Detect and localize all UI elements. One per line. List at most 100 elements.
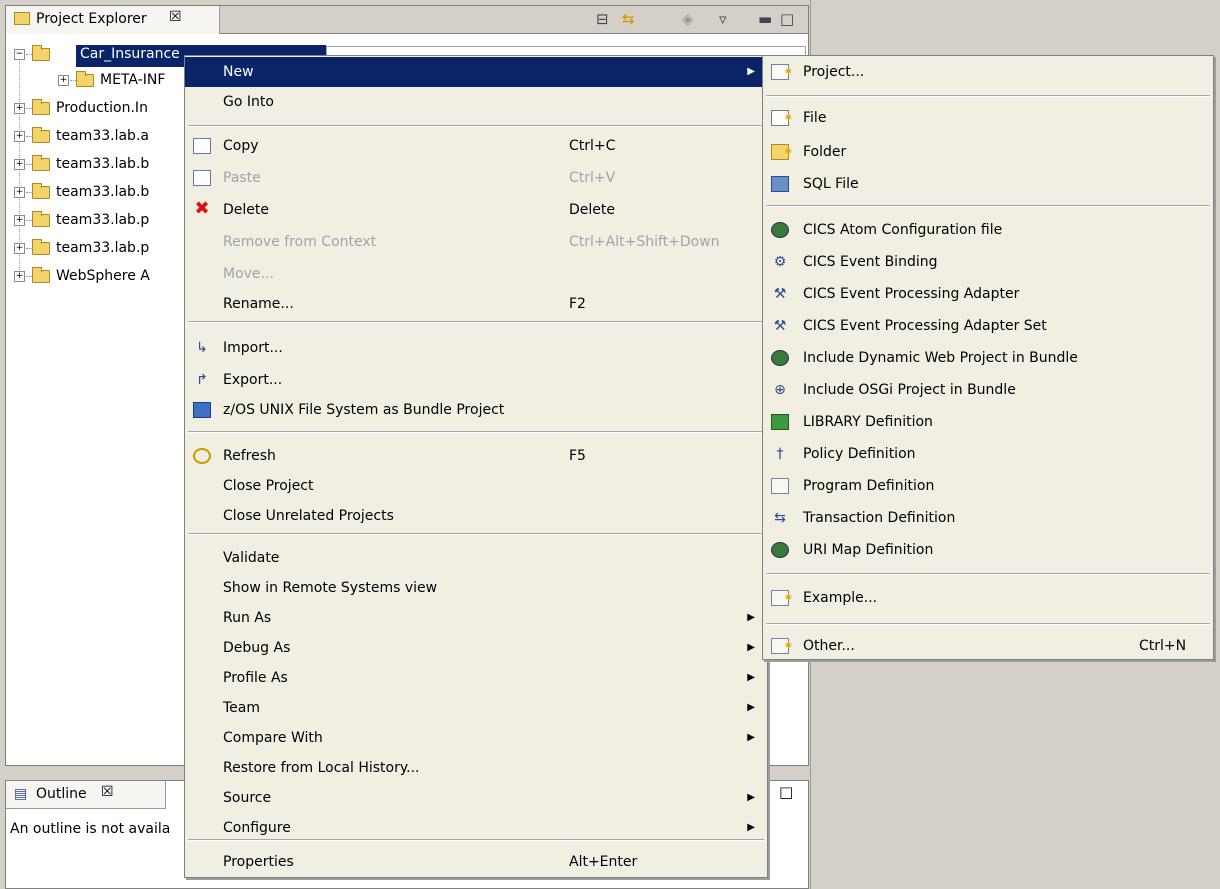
- menu-item-label: CICS Event Binding: [803, 254, 938, 270]
- menu-item-refresh[interactable]: Refresh F5: [185, 441, 767, 471]
- menu-item-z-os-unix-file-system-as-bundle-project[interactable]: z/OS UNIX File System as Bundle Project: [185, 395, 767, 425]
- view-toolbar: Project Explorer ☒ ⊟ ⇆ ◈ ▿ ▬ □: [6, 6, 808, 34]
- menu-item-cics-event-processing-adapter[interactable]: ⚒ CICS Event Processing Adapter: [763, 279, 1213, 309]
- close-icon[interactable]: ☒: [169, 9, 182, 25]
- tree-item[interactable]: Production.In: [56, 97, 148, 119]
- menu-separator: [766, 95, 1210, 97]
- menu-item-run-as[interactable]: Run As ▶: [185, 603, 767, 633]
- tree-expander-icon[interactable]: +: [14, 187, 25, 198]
- menu-item-close-project[interactable]: Close Project: [185, 471, 767, 501]
- library-icon: [771, 414, 789, 430]
- paste-icon: [193, 170, 211, 186]
- menu-item-close-unrelated-projects[interactable]: Close Unrelated Projects: [185, 501, 767, 531]
- menu-item-import[interactable]: ↳ Import...: [185, 333, 767, 363]
- menu-item-other[interactable]: Other... Ctrl+N: [763, 631, 1213, 661]
- tree-item[interactable]: WebSphere A: [56, 265, 150, 287]
- new-project-icon: [771, 57, 793, 87]
- menu-item-program-definition[interactable]: Program Definition: [763, 471, 1213, 501]
- tree-expander-icon[interactable]: +: [14, 159, 25, 170]
- menu-item-paste[interactable]: Paste Ctrl+V: [185, 163, 767, 193]
- link-with-editor-icon[interactable]: ⇆: [622, 10, 635, 28]
- program-icon: [771, 478, 789, 494]
- menu-item-go-into[interactable]: Go Into: [185, 87, 767, 117]
- collapse-all-icon[interactable]: ⊟: [596, 10, 609, 28]
- menu-item-validate[interactable]: Validate: [185, 543, 767, 573]
- tree-expander-icon[interactable]: +: [14, 131, 25, 142]
- menu-item-folder[interactable]: Folder: [763, 137, 1213, 167]
- tree-expander-icon[interactable]: +: [14, 271, 25, 282]
- project-icon: [32, 127, 50, 143]
- menu-item-cics-event-binding[interactable]: ⚙ CICS Event Binding: [763, 247, 1213, 277]
- context-menu: New ▶ Go Into Copy Ctrl+C Paste Ctrl+V ✖ Delete D…: [184, 55, 768, 878]
- menu-item-label: Refresh: [223, 448, 276, 464]
- menu-item-policy-definition[interactable]: † Policy Definition: [763, 439, 1213, 469]
- export-icon: ↱: [196, 372, 208, 388]
- menu-item-label: CICS Atom Configuration file: [803, 222, 1003, 238]
- menu-item-copy[interactable]: Copy Ctrl+C: [185, 131, 767, 161]
- example-icon: [771, 583, 793, 613]
- tree-expander-icon[interactable]: +: [14, 243, 25, 254]
- menu-item-label: Import...: [223, 340, 283, 356]
- tree-expander-icon[interactable]: +: [58, 75, 69, 86]
- menu-item-uri-map-definition[interactable]: URI Map Definition: [763, 535, 1213, 565]
- menu-item-remove-from-context[interactable]: Remove from Context Ctrl+Alt+Shift+Down: [185, 227, 767, 257]
- view-menu-icon[interactable]: ▿: [719, 10, 727, 28]
- submenu-arrow-icon: ▶: [747, 612, 755, 623]
- menu-item-restore-from-local-history[interactable]: Restore from Local History...: [185, 753, 767, 783]
- tree-item[interactable]: team33.lab.b: [56, 153, 149, 175]
- close-icon[interactable]: ☒: [101, 784, 114, 800]
- menu-item-properties[interactable]: Properties Alt+Enter: [185, 847, 767, 877]
- menu-item-sql-file[interactable]: SQL File: [763, 169, 1213, 199]
- tree-expander-icon[interactable]: +: [14, 103, 25, 114]
- menu-item-move[interactable]: Move...: [185, 259, 767, 289]
- menu-separator: [766, 573, 1210, 575]
- menu-item-new[interactable]: New ▶: [185, 57, 767, 87]
- menu-item-example[interactable]: Example...: [763, 583, 1213, 613]
- menu-item-label: SQL File: [803, 176, 859, 192]
- transaction-icon: ⇆: [774, 510, 786, 526]
- tree-item[interactable]: team33.lab.p: [56, 209, 149, 231]
- menu-item-label: Compare With: [223, 730, 323, 746]
- menu-item-label: Include Dynamic Web Project in Bundle: [803, 350, 1078, 366]
- menu-item-rename[interactable]: Rename... F2: [185, 289, 767, 319]
- menu-item-source[interactable]: Source ▶: [185, 783, 767, 813]
- urimap-icon: [771, 542, 789, 558]
- atom-config-icon: [771, 222, 789, 238]
- tree-expander-icon[interactable]: +: [14, 215, 25, 226]
- menu-item-cics-atom-configuration-file[interactable]: CICS Atom Configuration file: [763, 215, 1213, 245]
- menu-item-delete[interactable]: ✖ Delete Delete: [185, 195, 767, 225]
- menu-item-label: Close Project: [223, 478, 314, 494]
- tree-item[interactable]: team33.lab.p: [56, 237, 149, 259]
- menu-item-debug-as[interactable]: Debug As ▶: [185, 633, 767, 663]
- tree-item[interactable]: team33.lab.b: [56, 181, 149, 203]
- menu-item-team[interactable]: Team ▶: [185, 693, 767, 723]
- menu-item-project[interactable]: Project...: [763, 57, 1213, 87]
- menu-item-compare-with[interactable]: Compare With ▶: [185, 723, 767, 753]
- epadapter-icon: ⚒: [773, 286, 787, 302]
- refresh-icon: [193, 448, 211, 464]
- menu-item-label: Program Definition: [803, 478, 935, 494]
- menu-item-profile-as[interactable]: Profile As ▶: [185, 663, 767, 693]
- menu-item-export[interactable]: ↱ Export...: [185, 365, 767, 395]
- tree-item[interactable]: Car_Insurance: [80, 43, 180, 65]
- tab-project-explorer[interactable]: Project Explorer ☒: [6, 6, 220, 34]
- menu-item-library-definition[interactable]: LIBRARY Definition: [763, 407, 1213, 437]
- menu-item-include-dynamic-web-project-in-bundle[interactable]: Include Dynamic Web Project in Bundle: [763, 343, 1213, 373]
- menu-item-file[interactable]: File: [763, 103, 1213, 133]
- menu-item-show-in-remote-systems-view[interactable]: Show in Remote Systems view: [185, 573, 767, 603]
- filters-icon[interactable]: ◈: [682, 10, 694, 28]
- minimize-icon[interactable]: ▬: [758, 10, 772, 28]
- menu-item-include-osgi-project-in-bundle[interactable]: ⊕ Include OSGi Project in Bundle: [763, 375, 1213, 405]
- menu-separator: [766, 205, 1210, 207]
- project-icon: [32, 99, 50, 115]
- maximize-icon[interactable]: □: [780, 10, 794, 28]
- tree-item[interactable]: META-INF: [100, 69, 165, 91]
- menu-item-cics-event-processing-adapter-set[interactable]: ⚒ CICS Event Processing Adapter Set: [763, 311, 1213, 341]
- tree-item[interactable]: team33.lab.a: [56, 125, 149, 147]
- submenu-arrow-icon: ▶: [747, 792, 755, 803]
- tab-outline[interactable]: ▤ Outline ☒: [6, 781, 166, 809]
- maximize-icon[interactable]: □: [779, 783, 793, 801]
- menu-item-transaction-definition[interactable]: ⇆ Transaction Definition: [763, 503, 1213, 533]
- tree-expander-icon[interactable]: −: [14, 49, 25, 60]
- menu-item-accelerator: F5: [569, 448, 586, 464]
